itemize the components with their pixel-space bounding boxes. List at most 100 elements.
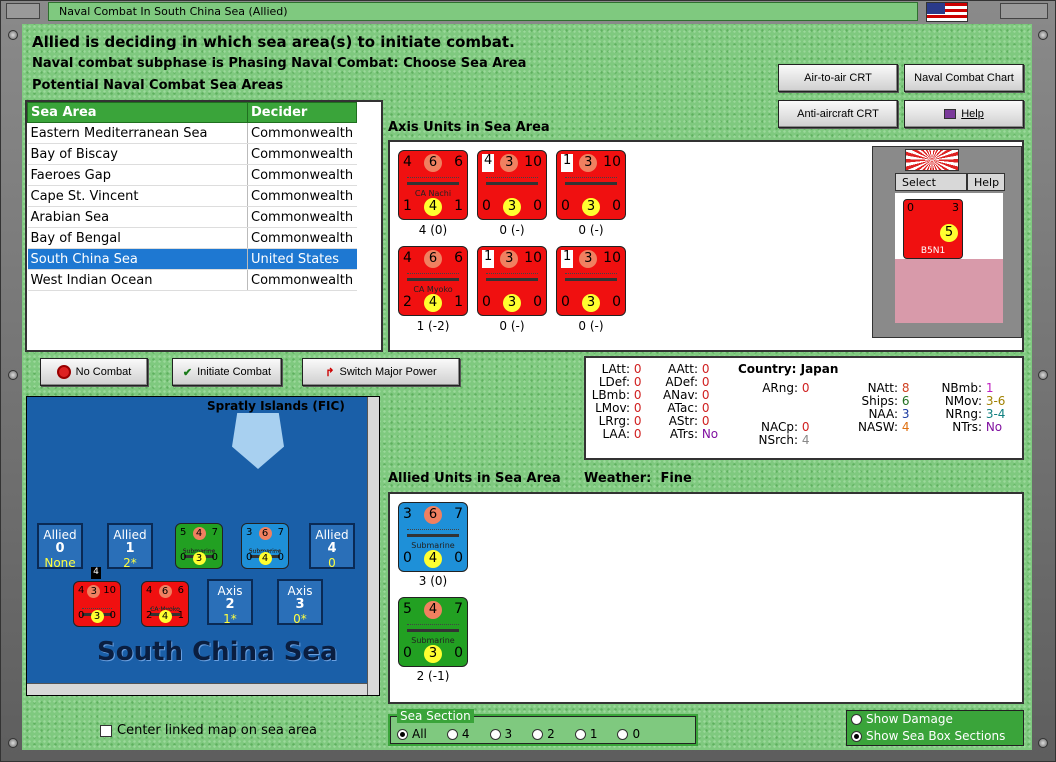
unit-bottom-left: 2 bbox=[146, 610, 153, 621]
unit-bottom-left: 1 bbox=[403, 198, 412, 214]
sea-section-radio[interactable] bbox=[397, 729, 408, 740]
initiate-combat-button[interactable]: ✔ Initiate Combat bbox=[172, 358, 282, 386]
sea-section-option[interactable]: 2 bbox=[532, 727, 555, 741]
unit-top-left: 1 bbox=[482, 250, 495, 268]
unit-bottom-left: 0 bbox=[403, 645, 412, 661]
stat-label: LBmb: bbox=[591, 388, 630, 402]
sea-section-option[interactable]: 1 bbox=[574, 727, 597, 741]
table-row[interactable]: Cape St. Vincent Commonwealth bbox=[27, 185, 357, 207]
map-scrollbar-vertical[interactable] bbox=[367, 397, 379, 695]
help-button[interactable]: Help bbox=[904, 100, 1024, 128]
naval-unit-counter[interactable]: 367Submarine040 bbox=[241, 523, 289, 569]
unit-defense-value: 3 bbox=[192, 552, 206, 565]
table-row[interactable]: South China Sea United States bbox=[27, 248, 357, 270]
unit-top-left: 3 bbox=[246, 527, 253, 538]
sea-area-cell: Faeroes Gap bbox=[27, 164, 248, 186]
naval-unit-counter[interactable]: 1 3 10 0 3 0 bbox=[556, 150, 626, 220]
sea-section-option[interactable]: All bbox=[397, 727, 427, 741]
naval-unit-counter[interactable]: 1 3 10 0 3 0 bbox=[477, 246, 547, 316]
ship-silhouette-icon bbox=[486, 177, 538, 185]
naval-unit-counter[interactable]: 4 6 6 CA Myoko 2 4 1 bbox=[398, 246, 468, 316]
unit-name: Submarine bbox=[411, 636, 455, 645]
sea-area-map[interactable]: Spratly Islands (FIC) South China Sea Al… bbox=[26, 396, 380, 696]
stat-label: ARng: bbox=[762, 381, 798, 395]
sea-section-option[interactable]: 4 bbox=[446, 727, 470, 741]
country-label: Country: Japan bbox=[738, 362, 839, 376]
sea-section-option[interactable]: 0 bbox=[617, 727, 640, 741]
stat-row: NMov: 3-6 bbox=[904, 394, 1006, 408]
col-decider[interactable]: Decider bbox=[247, 102, 357, 123]
sea-box-section[interactable]: Allied 1 2* bbox=[107, 523, 153, 570]
switch-major-power-button[interactable]: ↱ Switch Major Power bbox=[302, 358, 460, 386]
table-row[interactable]: Bay of Bengal Commonwealth bbox=[27, 227, 357, 249]
center-map-checkbox[interactable] bbox=[100, 724, 112, 737]
table-row[interactable]: Faeroes Gap Commonwealth bbox=[27, 164, 357, 186]
stat-value: 4 bbox=[801, 433, 810, 447]
unit-bottom-right: 0 bbox=[277, 552, 284, 563]
sea-box-number: 2 bbox=[225, 597, 235, 612]
stat-row: Ships: 6 bbox=[816, 394, 910, 408]
naval-unit-counter[interactable]: 547Submarine030 bbox=[175, 523, 223, 569]
table-row[interactable]: Bay of Biscay Commonwealth bbox=[27, 143, 357, 165]
naval-unit-counter[interactable]: 4 3 10 0 3 0 bbox=[73, 581, 121, 627]
ship-silhouette-icon bbox=[407, 177, 459, 185]
window-controls-icon[interactable] bbox=[1000, 3, 1048, 19]
sea-box-number: 4 bbox=[327, 541, 337, 556]
decider-cell: Commonwealth bbox=[247, 185, 357, 207]
weather-label: Weather: Fine bbox=[584, 471, 692, 486]
sea-section-radio[interactable] bbox=[446, 729, 458, 740]
unit-bottom-left: 0 bbox=[180, 552, 187, 563]
unit-top-left: 4 bbox=[403, 250, 412, 266]
carrier-select-button[interactable]: Select bbox=[895, 173, 967, 191]
sea-box-section[interactable]: Allied 4 0 bbox=[309, 523, 355, 570]
naval-unit-counter[interactable]: 547Submarine030 bbox=[398, 597, 468, 667]
sea-section-option[interactable]: 3 bbox=[489, 727, 512, 741]
sea-box-section[interactable]: Axis 2 1* bbox=[207, 579, 253, 626]
show-damage-radio[interactable] bbox=[851, 714, 862, 725]
naval-unit-counter[interactable]: 367Submarine040 bbox=[398, 502, 468, 572]
anti-aircraft-crt-button[interactable]: Anti-aircraft CRT bbox=[778, 100, 898, 128]
unit-top-left: 3 bbox=[403, 506, 412, 522]
stat-label: ATrs: bbox=[669, 427, 698, 441]
sea-box-number: 0 bbox=[55, 541, 65, 556]
sea-box-section[interactable]: Allied 0 None bbox=[37, 523, 83, 570]
unit-attack-value: 3 bbox=[500, 250, 519, 268]
map-scrollbar-horizontal[interactable] bbox=[27, 683, 367, 695]
sea-section-radio[interactable] bbox=[532, 729, 544, 740]
stat-value: 0 bbox=[633, 362, 642, 376]
table-row[interactable]: Eastern Mediterranean Sea Commonwealth bbox=[27, 122, 357, 144]
show-sections-option[interactable]: Show Sea Box Sections bbox=[851, 729, 1005, 743]
table-row[interactable]: West Indian Ocean Commonwealth bbox=[27, 269, 357, 291]
col-sea-area[interactable]: Sea Area bbox=[27, 102, 248, 123]
sea-box-count: 0* bbox=[293, 612, 307, 626]
show-damage-option[interactable]: Show Damage bbox=[851, 712, 953, 726]
stat-row: LDef: 0 bbox=[586, 375, 642, 389]
naval-unit-counter[interactable]: 4 6 6 CA Myoko 2 4 1 bbox=[141, 581, 189, 627]
window-menu-icon[interactable] bbox=[6, 3, 40, 19]
sea-box-title: Axis bbox=[217, 584, 243, 598]
unit-name: CA Nachi bbox=[414, 189, 452, 198]
carrier-help-button[interactable]: Help bbox=[967, 173, 1005, 191]
center-map-option[interactable]: Center linked map on sea area bbox=[100, 723, 317, 738]
sea-section-radio[interactable] bbox=[489, 729, 501, 740]
naval-unit-counter[interactable]: 1 3 10 0 3 0 bbox=[556, 246, 626, 316]
book-icon bbox=[944, 109, 957, 119]
sea-section-radio[interactable] bbox=[574, 729, 586, 740]
sea-box-section[interactable]: Axis 3 0* bbox=[277, 579, 323, 626]
no-combat-button[interactable]: No Combat bbox=[40, 358, 148, 386]
show-sections-radio[interactable] bbox=[851, 731, 862, 742]
naval-unit-counter[interactable]: 4 6 6 CA Nachi 1 4 1 bbox=[398, 150, 468, 220]
decider-cell: Commonwealth bbox=[247, 269, 357, 291]
aircraft-unit-b5n1[interactable]: 0 3 5 B5N1 bbox=[903, 199, 963, 259]
air-to-air-crt-button[interactable]: Air-to-air CRT bbox=[778, 64, 898, 92]
stat-value: 0 bbox=[633, 414, 642, 428]
unit-top-right: 6 bbox=[454, 154, 463, 170]
naval-combat-chart-button[interactable]: Naval Combat Chart bbox=[904, 64, 1024, 92]
sea-section-radio[interactable] bbox=[617, 729, 629, 740]
japan-flag-icon bbox=[905, 149, 959, 171]
stat-label: NACp: bbox=[760, 420, 798, 434]
no-combat-label: No Combat bbox=[75, 366, 132, 378]
allied-units-heading: Allied Units in Sea Area bbox=[388, 471, 561, 486]
naval-unit-counter[interactable]: 4 3 10 0 3 0 bbox=[477, 150, 547, 220]
table-row[interactable]: Arabian Sea Commonwealth bbox=[27, 206, 357, 228]
